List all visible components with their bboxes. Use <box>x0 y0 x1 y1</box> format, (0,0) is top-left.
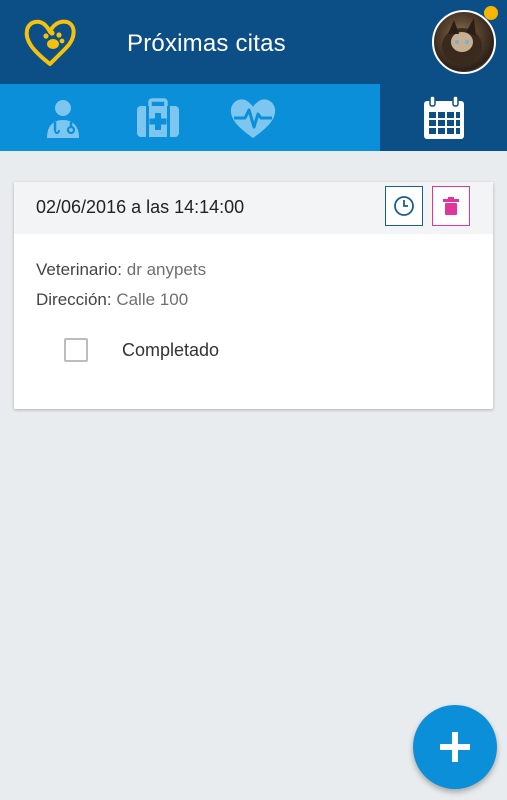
appointment-card: 02/06/2016 a las 14:14:00 Veterinario: d… <box>14 182 493 409</box>
completed-label: Completado <box>122 339 220 360</box>
appointment-date: 02/06/2016 a las 14:14:00 <box>36 197 245 217</box>
heart-paw-logo[interactable] <box>22 14 78 70</box>
add-appointment-button[interactable] <box>413 705 497 789</box>
plus-icon <box>440 732 470 762</box>
tab-veterinarian[interactable] <box>15 84 110 151</box>
user-avatar[interactable] <box>432 10 496 74</box>
appointment-header: 02/06/2016 a las 14:14:00 <box>14 182 493 234</box>
tab-health[interactable] <box>205 84 300 151</box>
vet-doctor-icon <box>46 99 79 138</box>
completed-row: Completado <box>64 338 219 362</box>
vet-value: dr anypets <box>126 260 207 279</box>
tab-medical[interactable] <box>110 84 205 151</box>
address-row: Dirección: Calle 100 <box>36 290 188 310</box>
vet-label: Veterinario: <box>36 260 122 279</box>
medical-kit-icon <box>136 97 179 137</box>
cat-photo-icon <box>442 18 482 64</box>
calendar-icon <box>423 94 464 139</box>
address-label: Dirección: <box>36 290 112 309</box>
trash-icon <box>443 197 459 215</box>
address-value: Calle 100 <box>116 290 189 309</box>
reschedule-button[interactable] <box>385 186 423 226</box>
tab-appointments[interactable] <box>380 84 507 151</box>
app-header: Próximas citas <box>0 0 507 84</box>
completed-checkbox[interactable] <box>64 338 88 362</box>
heartbeat-icon <box>230 98 275 138</box>
tab-bar <box>0 84 507 151</box>
page-title: Próximas citas <box>127 30 286 57</box>
clock-icon <box>394 196 414 216</box>
vet-row: Veterinario: dr anypets <box>36 260 206 280</box>
delete-button[interactable] <box>432 186 470 226</box>
notification-dot <box>484 6 498 20</box>
